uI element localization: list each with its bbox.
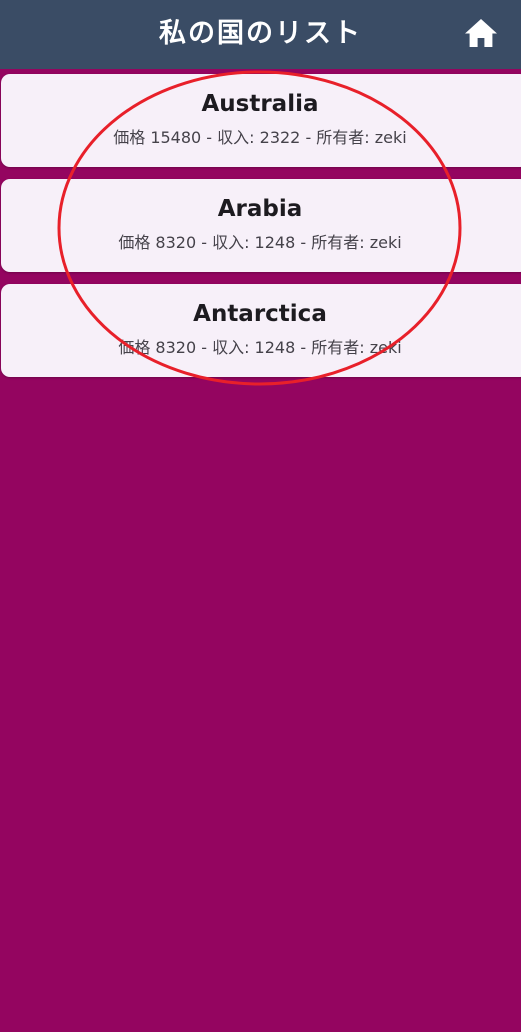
country-details: 価格 15480 - 収入: 2322 - 所有者: zeki xyxy=(113,128,407,147)
country-name: Arabia xyxy=(217,196,303,222)
home-icon xyxy=(465,19,497,47)
country-card[interactable]: Australia 価格 15480 - 収入: 2322 - 所有者: zek… xyxy=(1,74,521,167)
country-card[interactable]: Arabia 価格 8320 - 収入: 1248 - 所有者: zeki xyxy=(1,179,521,272)
country-details: 価格 8320 - 収入: 1248 - 所有者: zeki xyxy=(118,233,402,252)
page-title: 私の国のリスト xyxy=(159,18,362,49)
country-details: 価格 8320 - 収入: 1248 - 所有者: zeki xyxy=(118,338,402,357)
country-card[interactable]: Antarctica 価格 8320 - 収入: 1248 - 所有者: zek… xyxy=(1,284,521,377)
country-name: Antarctica xyxy=(193,301,327,327)
home-button[interactable] xyxy=(463,16,499,50)
app-bar: 私の国のリスト xyxy=(0,0,521,69)
country-name: Australia xyxy=(201,91,319,117)
